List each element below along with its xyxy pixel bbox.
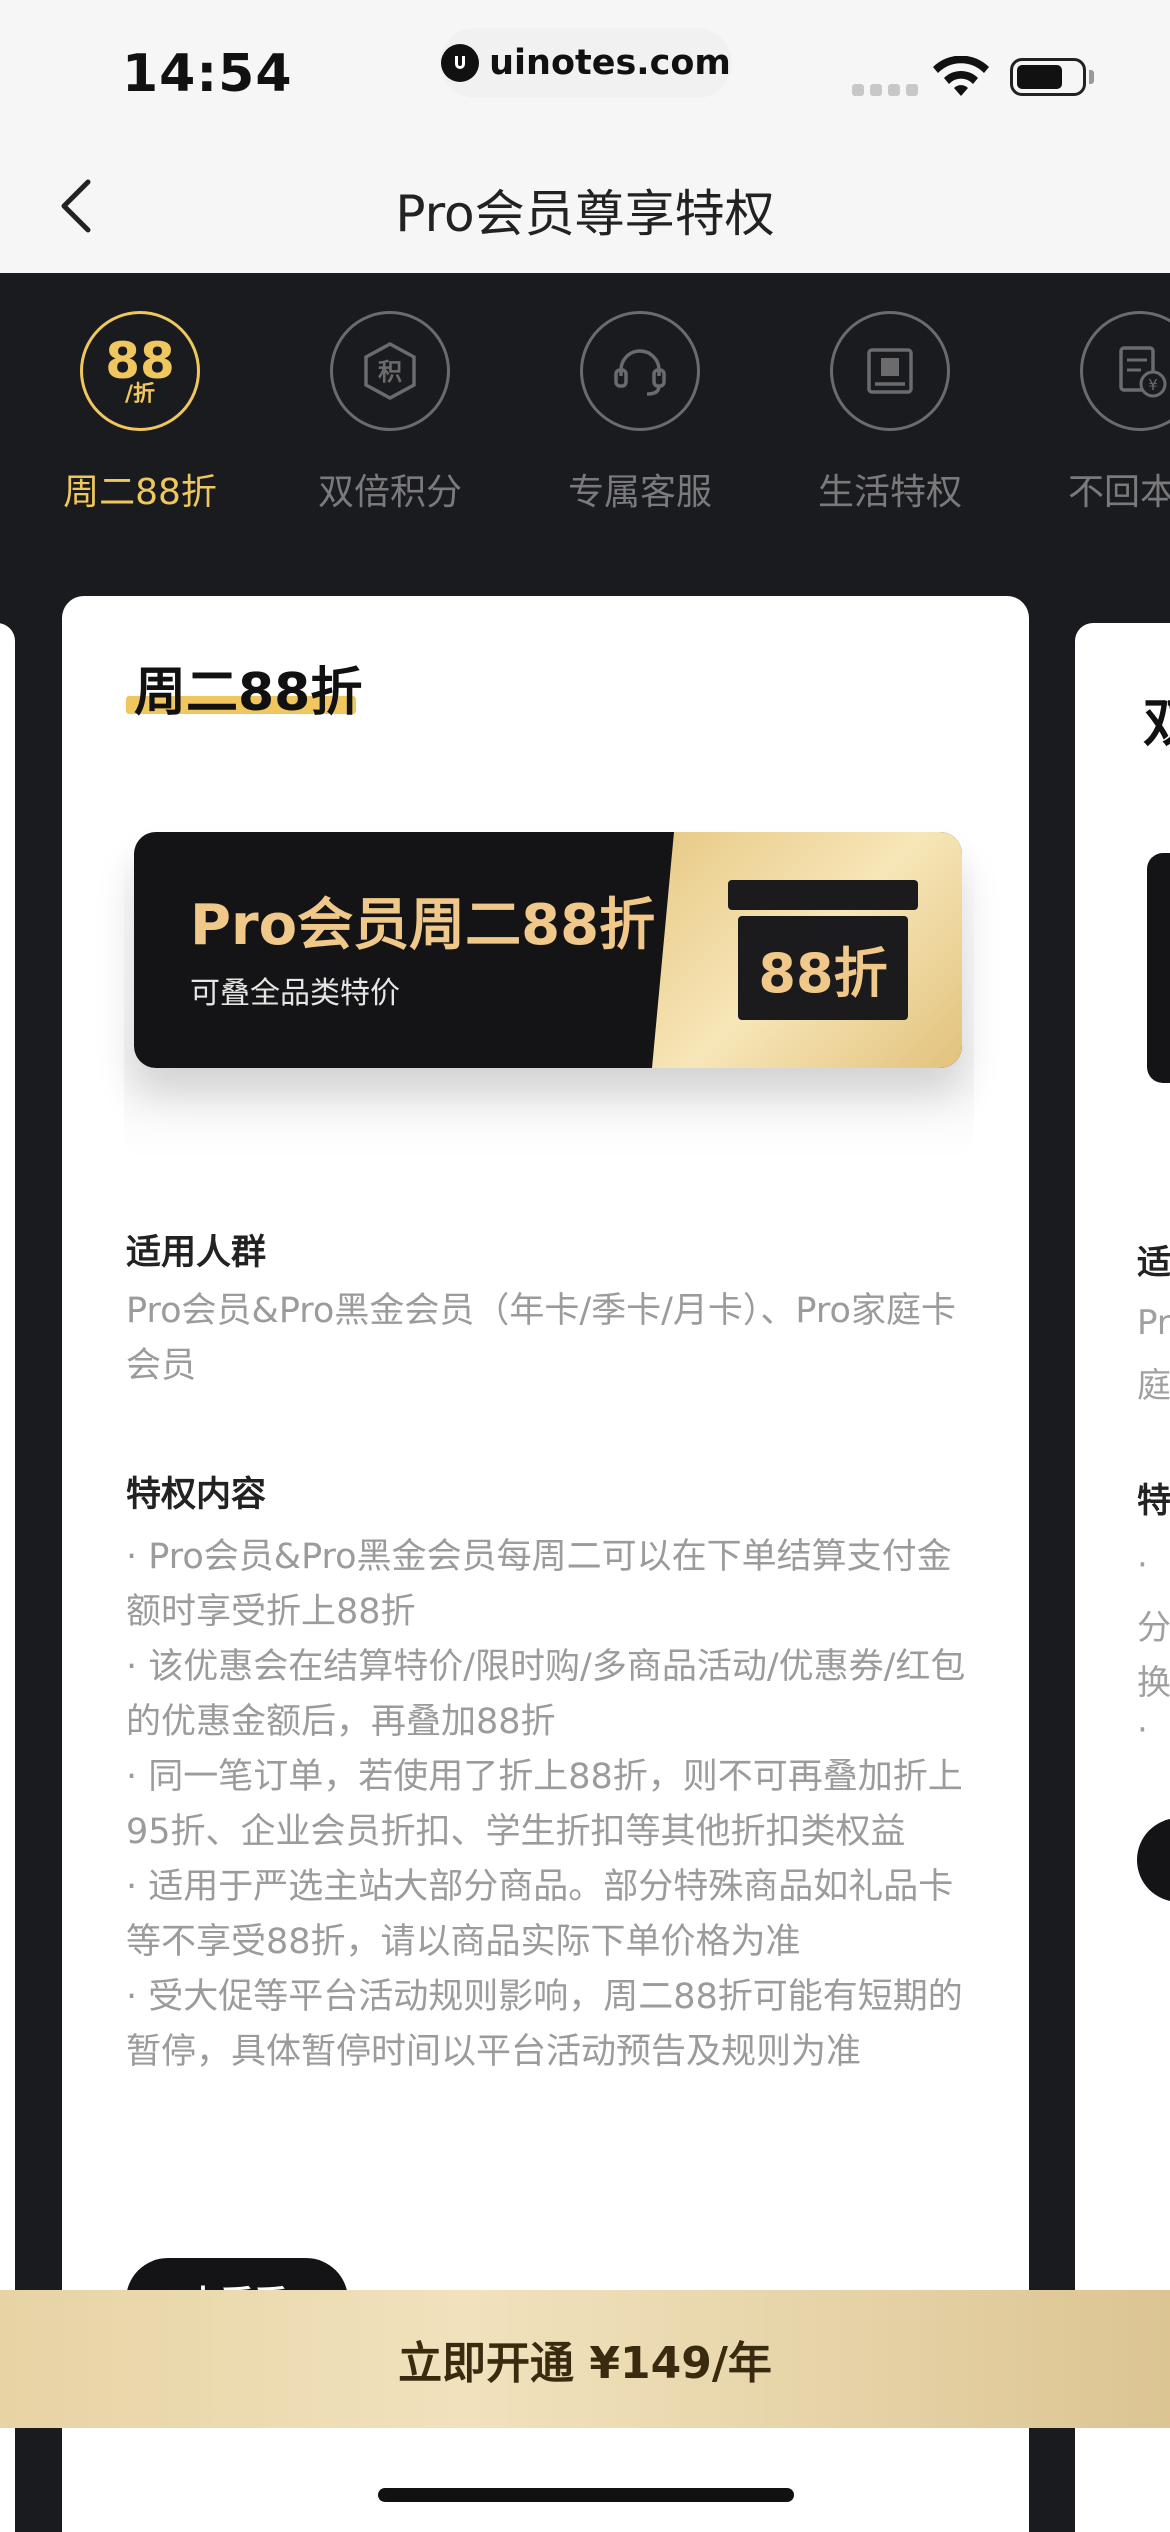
next-card-text: 分: [1137, 1608, 1170, 1648]
site-logo-icon: [441, 44, 480, 82]
subscribe-button[interactable]: 立即开通 ¥149/年: [0, 2290, 1170, 2428]
gift-box-label: 88折: [738, 916, 908, 1020]
tab-label: 生活特权: [817, 472, 962, 513]
box-icon: [830, 311, 950, 431]
content-item: · Pro会员&Pro黑金会员每周二可以在下单结算支付金额时享受折上88折: [126, 1537, 952, 1632]
page-title: Pro会员尊享特权: [395, 185, 775, 243]
content-heading: 特权内容: [126, 1475, 267, 1515]
status-bar: 14:54 uinotes.com: [0, 0, 1170, 140]
banner-subtitle: 可叠全品类特价: [190, 976, 400, 1011]
home-indicator: [378, 2488, 794, 2502]
next-card-audience-heading: 适: [1137, 1243, 1170, 1283]
content-item: · 该优惠会在结算特价/限时购/多商品活动/优惠券/红包的优惠金额后，再叠加88…: [126, 1647, 966, 1742]
tab-customer-service[interactable]: 专属客服: [515, 311, 765, 515]
audience-text: Pro会员&Pro黑金会员（年卡/季卡/月卡）、Pro家庭卡会员: [126, 1291, 956, 1386]
wifi-icon: [933, 56, 989, 96]
url-text: uinotes.com: [489, 43, 731, 83]
tab-label: 双倍积分: [317, 472, 462, 513]
next-card-action-button[interactable]: [1137, 1818, 1170, 1902]
next-card-text: ·: [1137, 1545, 1148, 1585]
content-list: · Pro会员&Pro黑金会员每周二可以在下单结算支付金额时享受折上88折 · …: [126, 1530, 976, 2080]
top-area: 14:54 uinotes.com Pro会员尊享特权: [0, 0, 1170, 273]
previous-card-peek[interactable]: [0, 623, 15, 2532]
nav-bar: Pro会员尊享特权: [0, 140, 1170, 273]
next-card-text: 庭: [1137, 1366, 1170, 1406]
svg-text:¥: ¥: [1148, 376, 1158, 394]
next-card-title: 双: [1143, 694, 1170, 754]
next-card-text: 换: [1137, 1663, 1170, 1703]
privilege-card: 周二88折 Pro会员周二88折 可叠全品类特价 88折 适用人群 Pro会员&…: [62, 596, 1029, 2532]
points-icon: 积: [330, 311, 450, 431]
tab-refund[interactable]: ¥ 不回本退: [1015, 311, 1170, 515]
content-item: · 同一笔订单，若使用了折上88折，则不可再叠加折上95折、企业会员折扣、学生折…: [126, 1757, 963, 1852]
card-title: 周二88折: [134, 663, 363, 723]
privilege-tabs: 88 /折 周二88折 积 双倍积分 专属客服 生活特权 ¥ 不回本: [0, 273, 1170, 593]
discount-88-icon: 88 /折: [80, 311, 200, 431]
refund-icon: ¥: [1080, 311, 1170, 431]
tab-label: 不回本退: [1067, 472, 1170, 513]
tab-tuesday-discount[interactable]: 88 /折 周二88折: [15, 311, 265, 515]
next-card-peek[interactable]: 双 适 Pr 庭 特 · 分 换 ·: [1075, 623, 1170, 2532]
audience-heading: 适用人群: [126, 1233, 267, 1273]
next-card-banner: [1147, 853, 1170, 1083]
tab-label: 专属客服: [567, 472, 712, 513]
next-card-content-heading: 特: [1137, 1481, 1170, 1521]
next-card-text: ·: [1137, 1710, 1148, 1750]
battery-icon: [1010, 58, 1086, 96]
tab-life-privileges[interactable]: 生活特权: [765, 311, 1015, 515]
signal-icon: [852, 84, 918, 96]
content-item: · 受大促等平台活动规则影响，周二88折可能有短期的暂停，具体暂停时间以平台活动…: [126, 1977, 963, 2072]
svg-text:积: 积: [378, 358, 402, 386]
tab-label: 周二88折: [63, 472, 217, 513]
next-card-text: Pr: [1137, 1303, 1170, 1343]
headset-icon: [580, 311, 700, 431]
url-pill[interactable]: uinotes.com: [440, 28, 732, 98]
gift-box-icon: 88折: [728, 880, 918, 1020]
tab-double-points[interactable]: 积 双倍积分: [265, 311, 515, 515]
content-item: · 适用于严选主站大部分商品。部分特殊商品如礼品卡等不享受88折，请以商品实际下…: [126, 1867, 954, 1962]
battery-tip: [1089, 70, 1094, 84]
status-time: 14:54: [122, 44, 293, 104]
banner-title: Pro会员周二88折: [190, 893, 656, 958]
promo-banner: Pro会员周二88折 可叠全品类特价 88折: [134, 832, 962, 1068]
